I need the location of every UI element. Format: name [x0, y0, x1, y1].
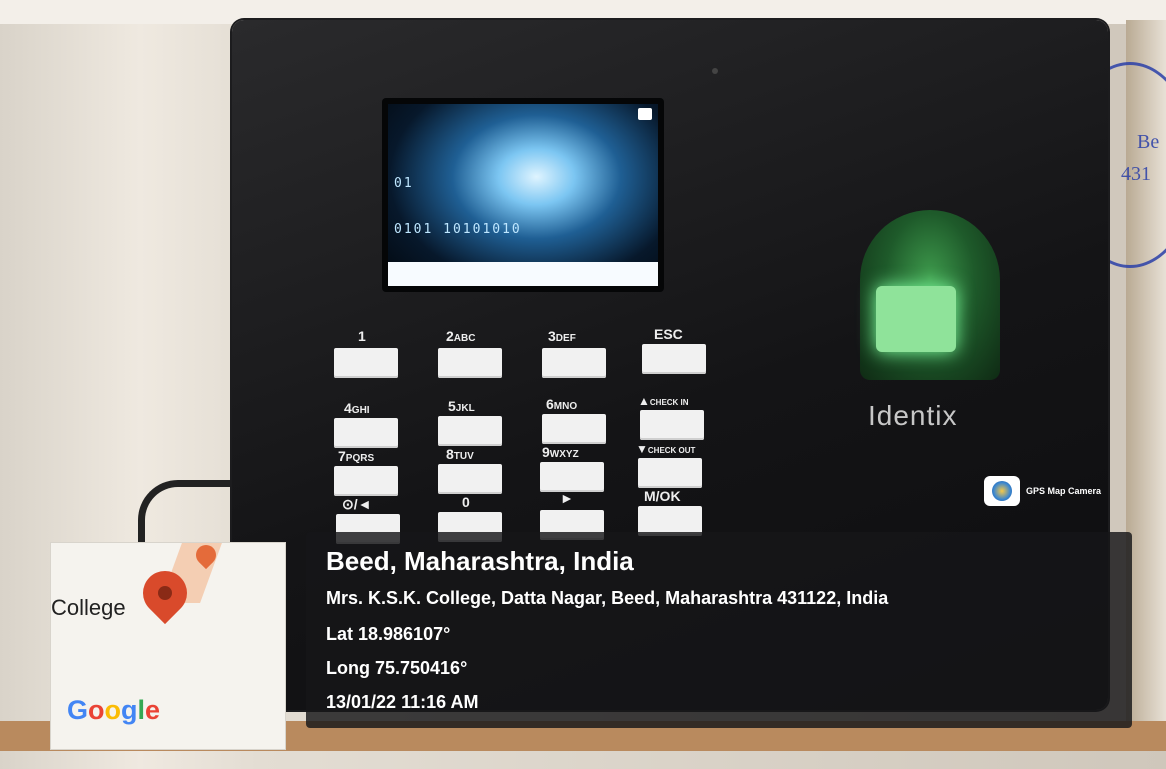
check-in-button[interactable]	[640, 410, 704, 440]
gps-map-camera-badge: GPS Map Camera	[984, 476, 1101, 506]
screen-menu-icon	[638, 108, 652, 120]
device-led	[712, 68, 718, 74]
key-label: 2ABC	[446, 328, 476, 344]
key-label: 1	[358, 328, 366, 344]
key-label: ESC	[654, 326, 683, 342]
seal-text-2: 431	[1121, 163, 1151, 185]
device-brand-logo: Identix	[868, 400, 958, 431]
key-label: 9WXYZ	[542, 444, 579, 460]
key-label: 0	[462, 494, 470, 510]
key-label: 4GHI	[344, 400, 370, 416]
key-label: 8TUV	[446, 446, 474, 462]
gps-overlay-panel: Beed, Maharashtra, India Mrs. K.S.K. Col…	[306, 532, 1132, 728]
map-place-label: College	[51, 595, 126, 620]
key-9-button[interactable]	[540, 462, 604, 492]
key-8-button[interactable]	[438, 464, 502, 494]
key-label: ►	[560, 490, 574, 506]
photo-scene: Be 431 01 0101 10101010 1 2ABC 3DEF ESC …	[0, 0, 1166, 769]
key-3-button[interactable]	[542, 348, 606, 378]
key-4-button[interactable]	[334, 418, 398, 448]
google-logo: Google	[67, 695, 161, 725]
camera-app-label: GPS Map Camera	[1026, 486, 1102, 496]
key-6-button[interactable]	[542, 414, 606, 444]
location-title: Beed, Maharashtra, India	[326, 546, 634, 576]
seal-text-1: Be	[1137, 131, 1160, 153]
fingerprint-sensor[interactable]	[876, 286, 956, 352]
device-screen: 01 0101 10101010	[388, 104, 658, 286]
key-label: 3DEF	[548, 328, 576, 344]
screen-status-band	[388, 262, 658, 286]
location-address: Mrs. K.S.K. College, Datta Nagar, Beed, …	[326, 588, 889, 608]
latitude-text: Lat 18.986107°	[326, 624, 451, 644]
screen-binary-text: 0101 10101010	[394, 222, 522, 237]
device-screen-bezel: 01 0101 10101010	[382, 98, 664, 292]
key-label: ▲CHECK IN	[638, 394, 689, 408]
longitude-text: Long 75.750416°	[326, 658, 468, 678]
key-label: 7PQRS	[338, 448, 375, 464]
camera-app-icon	[984, 476, 1020, 506]
check-out-button[interactable]	[638, 458, 702, 488]
datetime-text: 13/01/22 11:16 AM	[326, 692, 479, 712]
key-5-button[interactable]	[438, 416, 502, 446]
map-thumbnail: College Google	[50, 542, 286, 750]
key-1-button[interactable]	[334, 348, 398, 378]
key-label: M/OK	[644, 488, 681, 504]
key-label: ⊙/◄	[342, 496, 372, 512]
key-2-button[interactable]	[438, 348, 502, 378]
key-label: 6MNO	[546, 396, 578, 412]
key-label: ▼CHECK OUT	[636, 442, 696, 456]
key-label: 5JKL	[448, 398, 475, 414]
key-7-button[interactable]	[334, 466, 398, 496]
screen-binary-text: 01	[394, 176, 414, 191]
esc-button[interactable]	[642, 344, 706, 374]
